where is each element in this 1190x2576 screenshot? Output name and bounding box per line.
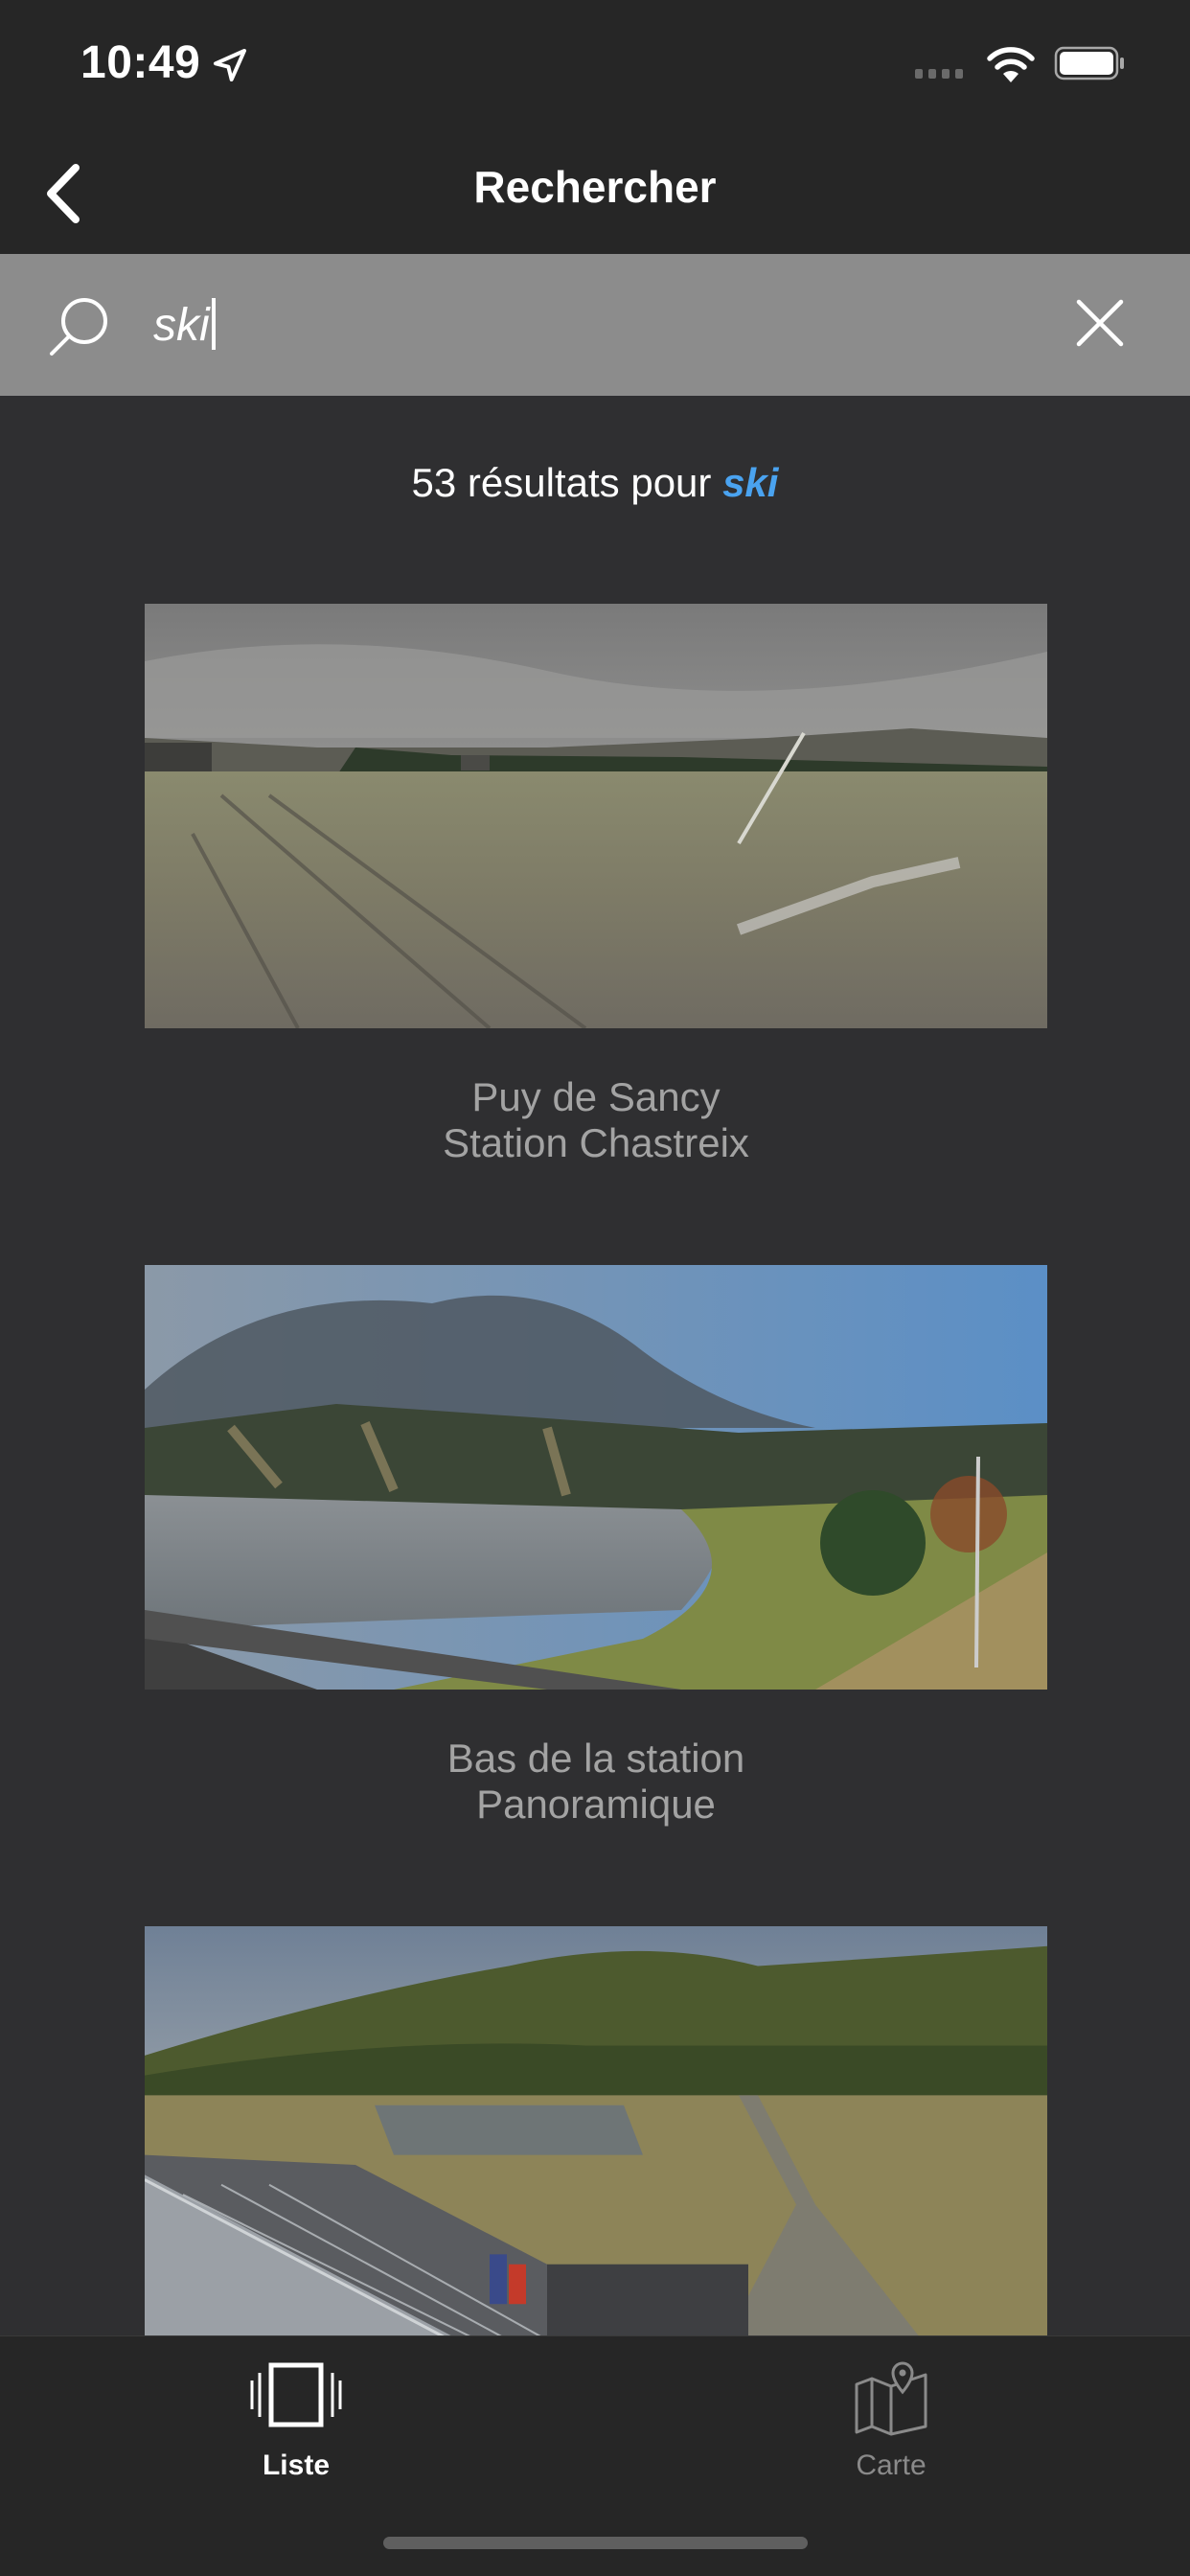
tab-map[interactable]: Carte	[786, 2359, 996, 2482]
result-card[interactable]: Puy de Sancy Station Chastreix	[145, 604, 1047, 1166]
search-input[interactable]: ski	[153, 298, 216, 352]
webcam-thumbnail[interactable]	[145, 604, 1047, 1028]
search-bar: ski	[0, 254, 1190, 396]
status-bar: 10:49	[0, 0, 1190, 134]
battery-icon	[1054, 46, 1124, 80]
results-count-text: 53 résultats pour	[411, 460, 723, 505]
location-arrow-icon	[214, 49, 246, 81]
status-time: 10:49	[80, 37, 201, 88]
card-title-line1: Bas de la station	[446, 1736, 745, 1781]
tab-list[interactable]: Liste	[191, 2359, 401, 2482]
card-title: Puy de Sancy Station Chastreix	[145, 1074, 1047, 1166]
webcam-image-station	[145, 1926, 1047, 2335]
results-query: ski	[722, 460, 779, 505]
navigation-bar: Rechercher	[0, 134, 1190, 254]
webcam-thumbnail[interactable]	[145, 1265, 1047, 1690]
text-caret	[211, 298, 216, 350]
clear-search-icon[interactable]	[1071, 294, 1129, 352]
results-count: 53 résultats pour ski	[0, 460, 1190, 506]
webcam-image-panoramique	[145, 1265, 1047, 1690]
result-card[interactable]	[145, 1926, 1047, 2335]
card-title-line1: Puy de Sancy	[471, 1074, 721, 1119]
webcam-thumbnail[interactable]	[145, 1926, 1047, 2335]
list-icon	[250, 2362, 342, 2427]
home-indicator	[383, 2537, 808, 2549]
card-title: Bas de la station Panoramique	[145, 1736, 1047, 1828]
search-icon	[50, 298, 107, 356]
result-card[interactable]: Bas de la station Panoramique	[145, 1265, 1047, 1828]
webcam-image-chastreix	[145, 604, 1047, 1028]
map-icon	[855, 2361, 927, 2436]
card-title-line2: Station Chastreix	[443, 1120, 749, 1165]
signal-icon	[915, 69, 963, 79]
wifi-icon	[987, 47, 1035, 82]
page-title: Rechercher	[473, 162, 717, 212]
tab-list-label: Liste	[262, 2450, 331, 2481]
card-title-line2: Panoramique	[476, 1782, 716, 1827]
search-value: ski	[153, 300, 210, 351]
tab-map-label: Carte	[856, 2450, 927, 2481]
